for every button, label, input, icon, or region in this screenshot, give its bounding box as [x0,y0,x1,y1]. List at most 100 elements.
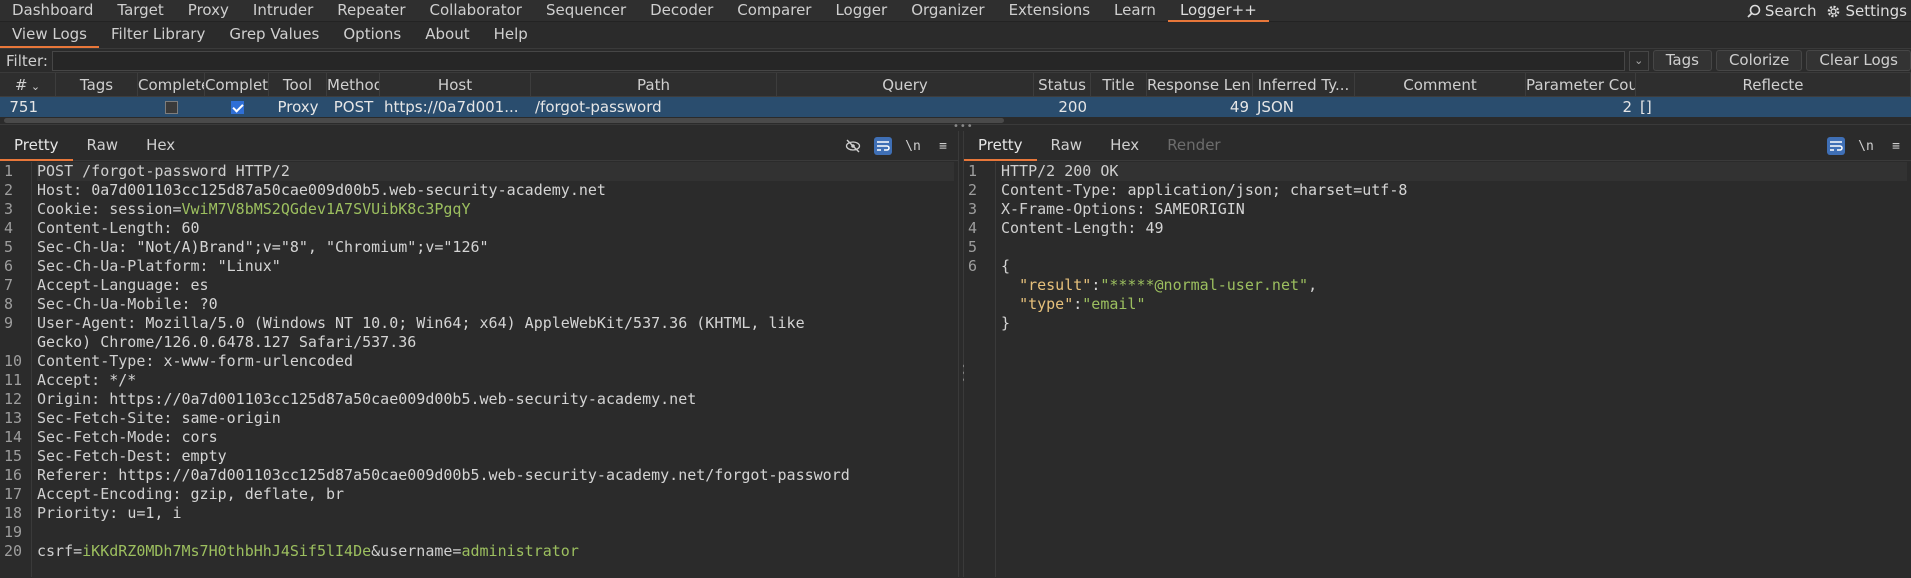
subtab-help[interactable]: Help [482,22,540,48]
header-value: "Not/A)Brand";v="8", "Chromium";v="126" [136,238,489,256]
search-button[interactable]: Search [1747,2,1816,20]
top-tab-organizer[interactable]: Organizer [899,0,996,22]
header-value: https://0a7d001103cc125d87a50cae009d00b5… [118,466,850,484]
checkbox[interactable] [165,101,178,114]
column-header[interactable]: Query [777,73,1034,96]
cell-tags [56,97,138,117]
column-header[interactable]: Path [531,73,777,96]
line-number: 6 [968,257,978,275]
header-name: Content-Length: [1001,219,1146,237]
cell-complete [205,97,269,117]
subtab-view-logs[interactable]: View Logs [0,22,99,48]
header-name: Referer: [37,466,119,484]
column-header[interactable]: Reflecte [1636,73,1911,96]
tags-button[interactable]: Tags [1652,50,1712,71]
table-row[interactable]: 751 Proxy POST https://0a7d001... /forgot-pa… [0,97,1911,117]
json-key: "result" [1019,276,1092,294]
column-header[interactable]: Complete [138,73,205,96]
colorize-button[interactable]: Colorize [1715,50,1803,71]
request-line: Sec-Fetch-Site: same-origin [37,409,954,428]
scrollbar-thumb[interactable] [4,118,1004,123]
header-value: Mozilla/5.0 (Windows NT 10.0; Win64; x64… [145,314,805,332]
column-header[interactable]: Status [1034,73,1091,96]
line-number: 6 [4,257,14,275]
column-header[interactable]: Tags [56,73,138,96]
request-line: Content-Type: x-www-form-urlencoded [37,352,954,371]
wrap-icon[interactable] [1827,137,1845,155]
body-separator: & [371,542,381,560]
wrap-icon[interactable] [874,137,892,155]
menu-icon[interactable]: ≡ [934,137,952,155]
line-number: 2 [4,181,14,199]
response-tab-pretty[interactable]: Pretty [964,131,1037,161]
cell-number: 751 [9,98,38,116]
top-tab-extensions[interactable]: Extensions [997,0,1102,22]
column-header[interactable]: Inferred Ty... [1253,73,1355,96]
subtab-options[interactable]: Options [331,22,413,48]
cell-host: https://0a7d001... [384,98,519,116]
line-number: 17 [4,485,23,503]
clear-logs-button[interactable]: Clear Logs [1806,50,1911,71]
top-tab-intruder[interactable]: Intruder [241,0,325,22]
column-header[interactable]: Complete [205,73,269,96]
top-tab-repeater[interactable]: Repeater [325,0,417,22]
menu-icon[interactable]: ≡ [1887,137,1905,155]
cell-parameter-count: 2 [1622,98,1632,116]
header-value: es [190,276,209,294]
request-tab-hex[interactable]: Hex [132,131,189,161]
column-header[interactable]: # ⌄ [0,73,56,96]
top-tab-dashboard[interactable]: Dashboard [0,0,105,22]
request-line: Sec-Ch-Ua-Mobile: ?0 [37,295,954,314]
settings-label: Settings [1845,2,1907,20]
response-editor[interactable]: 123456 HTTP/2 200 OK Content-Type: applic… [964,162,1911,577]
settings-button[interactable]: Settings [1826,2,1907,20]
response-tab-hex[interactable]: Hex [1096,131,1153,161]
header-value: 49 [1145,219,1164,237]
newline-toggle[interactable]: \n [904,137,922,155]
top-tab-logger[interactable]: Logger++ [1167,0,1269,22]
top-tab-proxy[interactable]: Proxy [176,0,241,22]
top-tab-comparer[interactable]: Comparer [725,0,823,22]
checkbox[interactable] [230,101,244,114]
column-header[interactable]: Host [380,73,531,96]
request-line: POST /forgot-password HTTP/2 [37,162,954,181]
filter-history-dropdown[interactable]: ⌄ [1628,50,1649,71]
header-name: POST /forgot-password HTTP/2 [37,162,290,180]
top-nav: Dashboard Target Proxy Intruder Repeater Coll… [0,0,1911,22]
subtab-filter-library[interactable]: Filter Library [99,22,217,48]
subtab-grep-values[interactable]: Grep Values [217,22,331,48]
cell-method: POST [333,98,374,116]
column-header[interactable]: Parameter Count [1526,73,1636,96]
column-header[interactable]: Tool [269,73,327,96]
header-name: Content-Type: [37,352,164,370]
request-tab-raw[interactable]: Raw [73,131,133,161]
request-editor[interactable]: 1 2 3 4 5 6 7 8 9 10 11 12 13 14 15 16 17 18 19 20 POST /fo… [0,162,958,577]
header-name: Accept-Language: [37,276,191,294]
header-value: application/json; charset=utf-8 [1127,181,1408,199]
header-name: Content-Length: [37,219,182,237]
column-header[interactable]: Comment [1355,73,1526,96]
json-line: "result":"*****@normal-user.net", [1019,276,1318,294]
filter-input[interactable] [51,50,1625,71]
column-header[interactable]: Method [327,73,380,96]
top-tab-decoder[interactable]: Decoder [638,0,725,22]
line-number: 3 [968,200,978,218]
eye-off-icon[interactable] [844,137,862,155]
header-name: Cookie: session= [37,200,182,218]
column-header[interactable]: Response Len... [1147,73,1253,96]
response-tab-render[interactable]: Render [1153,131,1234,161]
column-header[interactable]: Title [1091,73,1147,96]
top-tab-sequencer[interactable]: Sequencer [534,0,638,22]
line-number: 16 [4,466,23,484]
json-open-brace: { [1001,257,1011,275]
line-number [964,276,995,295]
request-tab-pretty[interactable]: Pretty [0,131,73,161]
top-tab-learn[interactable]: Learn [1102,0,1168,22]
top-tab-collaborator[interactable]: Collaborator [418,0,534,22]
header-name: Sec-Ch-Ua-Platform: [37,257,218,275]
top-tab-target[interactable]: Target [105,0,175,22]
response-tab-raw[interactable]: Raw [1037,131,1097,161]
top-tab-logger[interactable]: Logger [823,0,899,22]
subtab-about[interactable]: About [413,22,481,48]
newline-toggle[interactable]: \n [1857,137,1875,155]
